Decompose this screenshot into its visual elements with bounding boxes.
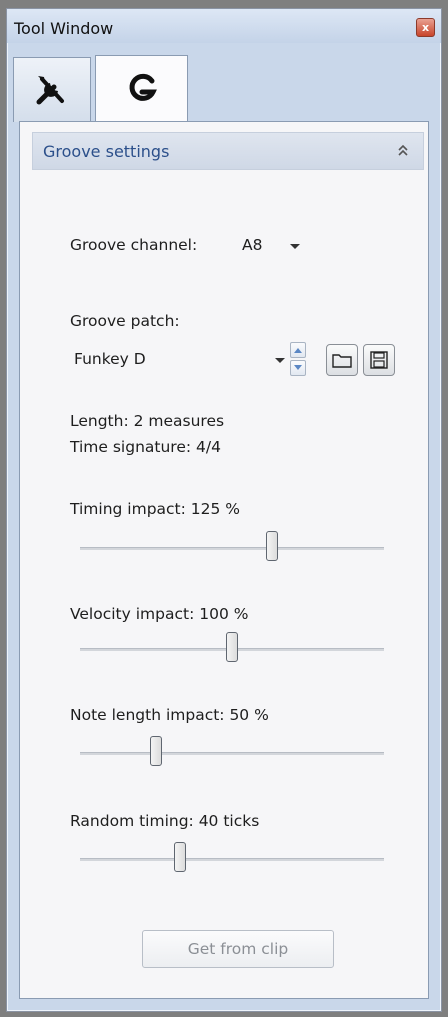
note-length-impact-label: Note length impact: 50 %: [70, 706, 269, 724]
patch-spinner: [290, 342, 306, 376]
slider-track: [80, 547, 384, 550]
tab-tools[interactable]: [13, 57, 91, 122]
save-icon: [370, 351, 388, 369]
slider-track: [80, 752, 384, 755]
timing-impact-label: Timing impact: 125 %: [70, 500, 241, 518]
groove-patch-label: Groove patch:: [70, 312, 180, 330]
groove-patch-value[interactable]: Funkey D: [74, 350, 146, 368]
arrow-down-icon: [294, 365, 302, 370]
section-title: Groove settings: [43, 142, 170, 161]
velocity-impact-label: Velocity impact: 100 %: [70, 605, 249, 623]
open-patch-button[interactable]: [326, 344, 358, 376]
folder-icon: [332, 354, 352, 368]
slider-thumb[interactable]: [226, 632, 238, 662]
double-chevron-up-icon[interactable]: [397, 143, 409, 157]
arrow-up-icon: [294, 348, 302, 353]
title-bar[interactable]: Tool Window x: [7, 9, 441, 43]
tab-strip: [13, 55, 433, 122]
window-title: Tool Window: [14, 19, 114, 38]
get-from-clip-button[interactable]: Get from clip: [142, 930, 334, 968]
groove-g-icon: [129, 73, 157, 101]
slider-track: [80, 858, 384, 861]
close-icon: x: [421, 21, 430, 34]
get-from-clip-label: Get from clip: [187, 940, 289, 958]
length-info: Length: 2 measures: [70, 412, 225, 430]
groove-channel-label: Groove channel:: [70, 236, 198, 254]
wrench-screwdriver-icon: [36, 76, 64, 105]
slider-thumb[interactable]: [265, 531, 278, 561]
groove-patch-dropdown-icon[interactable]: [275, 358, 285, 363]
random-timing-slider[interactable]: [80, 842, 384, 876]
section-header[interactable]: Groove settings: [32, 132, 424, 170]
slider-thumb[interactable]: [150, 736, 162, 766]
timing-impact-slider[interactable]: [80, 531, 384, 565]
random-timing-label: Random timing: 40 ticks: [70, 812, 260, 830]
patch-down-button[interactable]: [290, 360, 306, 376]
groove-panel: Groove settings Groove channel: A8 Groov…: [19, 121, 429, 999]
groove-channel-value[interactable]: A8: [242, 236, 262, 254]
note-length-impact-slider[interactable]: [80, 736, 384, 770]
close-button[interactable]: x: [416, 18, 435, 37]
slider-thumb[interactable]: [174, 842, 187, 872]
save-patch-button[interactable]: [363, 344, 395, 376]
groove-channel-dropdown-icon[interactable]: [290, 244, 300, 249]
tab-groove[interactable]: [95, 55, 188, 121]
velocity-impact-slider[interactable]: [80, 632, 384, 666]
time-signature-info: Time signature: 4/4: [70, 438, 221, 456]
tool-window: Tool Window x Groove settings Groove cha…: [6, 8, 442, 1012]
patch-up-button[interactable]: [290, 342, 306, 358]
